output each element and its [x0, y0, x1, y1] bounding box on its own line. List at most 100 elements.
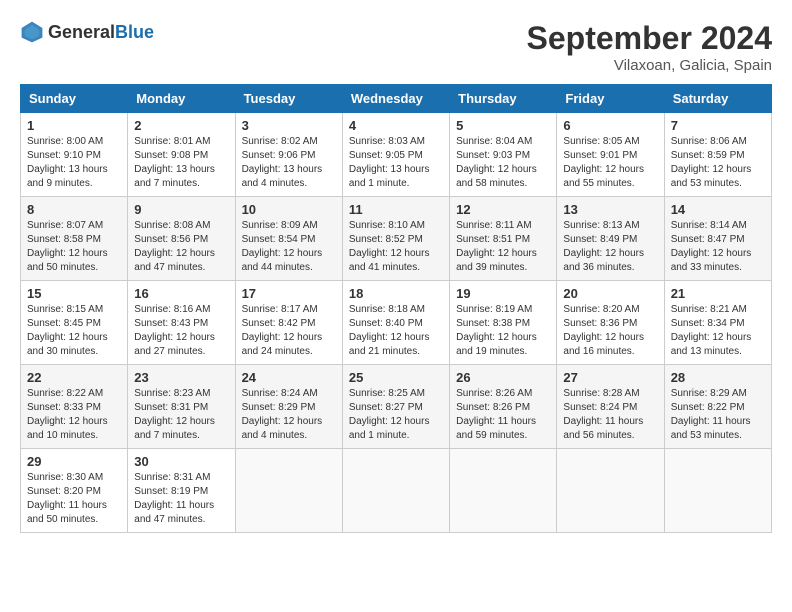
weekday-header-sunday: Sunday	[21, 85, 128, 113]
day-info: Sunrise: 8:05 AMSunset: 9:01 PMDaylight:…	[563, 135, 657, 191]
calendar-cell: 6 Sunrise: 8:05 AMSunset: 9:01 PMDaylight…	[557, 113, 664, 197]
day-number: 2	[134, 118, 228, 133]
title-block: September 2024 Vilaxoan, Galicia, Spain	[527, 20, 772, 74]
day-info: Sunrise: 8:29 AMSunset: 8:22 PMDaylight:…	[671, 387, 765, 443]
day-info: Sunrise: 8:30 AMSunset: 8:20 PMDaylight:…	[27, 471, 121, 527]
day-number: 23	[134, 370, 228, 385]
calendar-cell: 15 Sunrise: 8:15 AMSunset: 8:45 PMDayligh…	[21, 281, 128, 365]
calendar-cell: 14 Sunrise: 8:14 AMSunset: 8:47 PMDayligh…	[664, 197, 771, 281]
day-info: Sunrise: 8:04 AMSunset: 9:03 PMDaylight:…	[456, 135, 550, 191]
day-number: 20	[563, 286, 657, 301]
day-info: Sunrise: 8:17 AMSunset: 8:42 PMDaylight:…	[242, 303, 336, 359]
day-number: 29	[27, 454, 121, 469]
day-info: Sunrise: 8:20 AMSunset: 8:36 PMDaylight:…	[563, 303, 657, 359]
day-number: 17	[242, 286, 336, 301]
weekday-header-saturday: Saturday	[664, 85, 771, 113]
day-number: 9	[134, 202, 228, 217]
logo-icon	[20, 20, 44, 44]
day-info: Sunrise: 8:02 AMSunset: 9:06 PMDaylight:…	[242, 135, 336, 191]
calendar-cell: 20 Sunrise: 8:20 AMSunset: 8:36 PMDayligh…	[557, 281, 664, 365]
calendar-cell	[664, 449, 771, 533]
calendar-cell: 13 Sunrise: 8:13 AMSunset: 8:49 PMDayligh…	[557, 197, 664, 281]
calendar-cell	[342, 449, 449, 533]
calendar-cell: 26Sunrise: 8:26 AMSunset: 8:26 PMDayligh…	[450, 365, 557, 449]
location: Vilaxoan, Galicia, Spain	[527, 57, 772, 74]
day-number: 12	[456, 202, 550, 217]
day-info: Sunrise: 8:08 AMSunset: 8:56 PMDaylight:…	[134, 219, 228, 275]
day-info: Sunrise: 8:18 AMSunset: 8:40 PMDaylight:…	[349, 303, 443, 359]
calendar-week-row: 15 Sunrise: 8:15 AMSunset: 8:45 PMDayligh…	[21, 281, 772, 365]
calendar-cell: 23 Sunrise: 8:23 AMSunset: 8:31 PMDayligh…	[128, 365, 235, 449]
day-info: Sunrise: 8:22 AMSunset: 8:33 PMDaylight:…	[27, 387, 121, 443]
calendar-cell: 2 Sunrise: 8:01 AMSunset: 9:08 PMDaylight…	[128, 113, 235, 197]
day-info: Sunrise: 8:31 AMSunset: 8:19 PMDaylight:…	[134, 471, 228, 527]
month-year: September 2024	[527, 20, 772, 57]
weekday-header-tuesday: Tuesday	[235, 85, 342, 113]
calendar-cell: 4 Sunrise: 8:03 AMSunset: 9:05 PMDaylight…	[342, 113, 449, 197]
day-number: 18	[349, 286, 443, 301]
calendar-week-row: 29 Sunrise: 8:30 AMSunset: 8:20 PMDayligh…	[21, 449, 772, 533]
calendar-cell: 30 Sunrise: 8:31 AMSunset: 8:19 PMDayligh…	[128, 449, 235, 533]
day-number: 28	[671, 370, 765, 385]
day-info: Sunrise: 8:01 AMSunset: 9:08 PMDaylight:…	[134, 135, 228, 191]
day-info: Sunrise: 8:00 AMSunset: 9:10 PMDaylight:…	[27, 135, 121, 191]
day-number: 4	[349, 118, 443, 133]
weekday-header-monday: Monday	[128, 85, 235, 113]
day-number: 6	[563, 118, 657, 133]
calendar-cell: 16 Sunrise: 8:16 AMSunset: 8:43 PMDayligh…	[128, 281, 235, 365]
calendar-cell: 11Sunrise: 8:10 AMSunset: 8:52 PMDayligh…	[342, 197, 449, 281]
day-number: 10	[242, 202, 336, 217]
day-number: 27	[563, 370, 657, 385]
calendar-cell: 19Sunrise: 8:19 AMSunset: 8:38 PMDayligh…	[450, 281, 557, 365]
calendar-cell: 7 Sunrise: 8:06 AMSunset: 8:59 PMDaylight…	[664, 113, 771, 197]
calendar-cell: 8Sunrise: 8:07 AMSunset: 8:58 PMDaylight…	[21, 197, 128, 281]
day-number: 24	[242, 370, 336, 385]
weekday-header-row: SundayMondayTuesdayWednesdayThursdayFrid…	[21, 85, 772, 113]
logo-general: General	[48, 22, 115, 42]
calendar-week-row: 1Sunrise: 8:00 AMSunset: 9:10 PMDaylight…	[21, 113, 772, 197]
day-number: 26	[456, 370, 550, 385]
day-info: Sunrise: 8:03 AMSunset: 9:05 PMDaylight:…	[349, 135, 443, 191]
day-number: 5	[456, 118, 550, 133]
day-number: 25	[349, 370, 443, 385]
day-info: Sunrise: 8:10 AMSunset: 8:52 PMDaylight:…	[349, 219, 443, 275]
day-info: Sunrise: 8:11 AMSunset: 8:51 PMDaylight:…	[456, 219, 550, 275]
calendar-cell: 1Sunrise: 8:00 AMSunset: 9:10 PMDaylight…	[21, 113, 128, 197]
day-info: Sunrise: 8:13 AMSunset: 8:49 PMDaylight:…	[563, 219, 657, 275]
calendar-cell	[557, 449, 664, 533]
calendar-cell: 24Sunrise: 8:24 AMSunset: 8:29 PMDayligh…	[235, 365, 342, 449]
calendar-cell: 25 Sunrise: 8:25 AMSunset: 8:27 PMDayligh…	[342, 365, 449, 449]
calendar-table: SundayMondayTuesdayWednesdayThursdayFrid…	[20, 84, 772, 533]
calendar-week-row: 8Sunrise: 8:07 AMSunset: 8:58 PMDaylight…	[21, 197, 772, 281]
calendar-week-row: 22Sunrise: 8:22 AMSunset: 8:33 PMDayligh…	[21, 365, 772, 449]
day-number: 30	[134, 454, 228, 469]
calendar-cell: 12 Sunrise: 8:11 AMSunset: 8:51 PMDayligh…	[450, 197, 557, 281]
day-number: 8	[27, 202, 121, 217]
calendar-cell: 21 Sunrise: 8:21 AMSunset: 8:34 PMDayligh…	[664, 281, 771, 365]
calendar-cell: 9 Sunrise: 8:08 AMSunset: 8:56 PMDaylight…	[128, 197, 235, 281]
day-number: 13	[563, 202, 657, 217]
day-number: 16	[134, 286, 228, 301]
weekday-header-thursday: Thursday	[450, 85, 557, 113]
calendar-cell: 10 Sunrise: 8:09 AMSunset: 8:54 PMDayligh…	[235, 197, 342, 281]
logo-blue: Blue	[115, 22, 154, 42]
day-info: Sunrise: 8:09 AMSunset: 8:54 PMDaylight:…	[242, 219, 336, 275]
day-info: Sunrise: 8:16 AMSunset: 8:43 PMDaylight:…	[134, 303, 228, 359]
day-info: Sunrise: 8:23 AMSunset: 8:31 PMDaylight:…	[134, 387, 228, 443]
day-info: Sunrise: 8:28 AMSunset: 8:24 PMDaylight:…	[563, 387, 657, 443]
day-number: 14	[671, 202, 765, 217]
day-info: Sunrise: 8:25 AMSunset: 8:27 PMDaylight:…	[349, 387, 443, 443]
calendar-cell: 17 Sunrise: 8:17 AMSunset: 8:42 PMDayligh…	[235, 281, 342, 365]
calendar-cell	[450, 449, 557, 533]
day-info: Sunrise: 8:21 AMSunset: 8:34 PMDaylight:…	[671, 303, 765, 359]
day-number: 21	[671, 286, 765, 301]
day-number: 7	[671, 118, 765, 133]
calendar-cell: 5 Sunrise: 8:04 AMSunset: 9:03 PMDaylight…	[450, 113, 557, 197]
day-number: 3	[242, 118, 336, 133]
day-info: Sunrise: 8:06 AMSunset: 8:59 PMDaylight:…	[671, 135, 765, 191]
calendar-cell: 27 Sunrise: 8:28 AMSunset: 8:24 PMDayligh…	[557, 365, 664, 449]
calendar-cell: 3 Sunrise: 8:02 AMSunset: 9:06 PMDaylight…	[235, 113, 342, 197]
day-info: Sunrise: 8:14 AMSunset: 8:47 PMDaylight:…	[671, 219, 765, 275]
day-number: 15	[27, 286, 121, 301]
day-info: Sunrise: 8:15 AMSunset: 8:45 PMDaylight:…	[27, 303, 121, 359]
